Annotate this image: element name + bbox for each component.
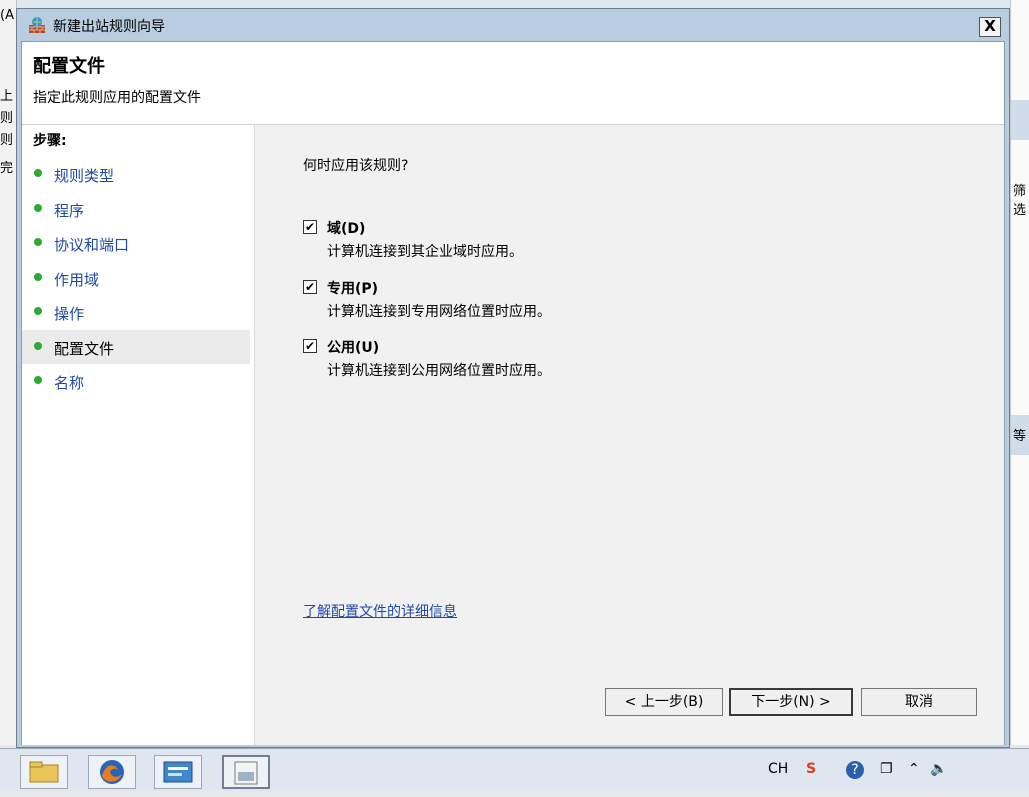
public-description: 计算机连接到公用网络位置时应用。 xyxy=(327,363,551,379)
back-button[interactable]: < 上一步(B) xyxy=(605,688,723,716)
background-window-left: (A 上 则 则 完 xyxy=(0,0,17,745)
domain-label[interactable]: 域(D) xyxy=(327,218,365,238)
cancel-button[interactable]: 取消 xyxy=(861,688,977,716)
step-program[interactable]: 程序 xyxy=(22,192,250,226)
firewall-taskbar-icon[interactable] xyxy=(222,755,270,789)
show-hidden-icons-chevron-icon[interactable]: ⌃ xyxy=(908,761,920,777)
step-name[interactable]: 名称 xyxy=(22,364,250,398)
step-scope[interactable]: 作用域 xyxy=(22,261,250,295)
step-bullet-icon xyxy=(34,376,42,384)
background-window-right: 筛选 等 xyxy=(1010,0,1029,745)
step-label: 协议和端口 xyxy=(54,236,130,254)
private-description: 计算机连接到专用网络位置时应用。 xyxy=(327,304,551,320)
step-action[interactable]: 操作 xyxy=(22,295,250,329)
option-private: ✔ 专用(P) 计算机连接到专用网络位置时应用。 xyxy=(303,278,903,328)
wizard-header: 配置文件 指定此规则应用的配置文件 xyxy=(22,42,1004,125)
step-label: 程序 xyxy=(54,202,85,220)
titlebar[interactable]: 新建出站规则向导 X xyxy=(17,9,1009,41)
public-checkbox[interactable]: ✔ xyxy=(303,339,317,353)
page-title: 配置文件 xyxy=(33,56,105,77)
window-restore-icon[interactable]: ❐ xyxy=(880,761,893,777)
steps-panel: 步骤: 规则类型 程序 协议和端口 作用域 操作 配置文件 名称 xyxy=(22,125,255,745)
step-label: 规则类型 xyxy=(54,167,115,185)
bg-text-fragment: 等 xyxy=(1013,429,1027,444)
step-label: 名称 xyxy=(54,374,85,392)
step-label: 操作 xyxy=(54,305,85,323)
question-text: 何时应用该规则? xyxy=(303,158,409,174)
step-bullet-icon xyxy=(34,169,42,177)
bg-text-fragment: 则 xyxy=(0,133,14,148)
main-panel: 何时应用该规则? ✔ 域(D) 计算机连接到其企业域时应用。 ✔ 专用(P) 计… xyxy=(255,125,1004,745)
next-button[interactable]: 下一步(N) > xyxy=(729,688,853,716)
bg-text-fragment: 完 xyxy=(0,161,14,176)
step-label: 配置文件 xyxy=(54,340,115,358)
step-bullet-icon xyxy=(34,342,42,350)
step-rule-type[interactable]: 规则类型 xyxy=(22,157,250,191)
server-manager-icon[interactable] xyxy=(154,755,202,789)
domain-description: 计算机连接到其企业域时应用。 xyxy=(327,244,523,260)
bg-text-fragment: (A xyxy=(0,8,14,23)
new-outbound-rule-wizard: 新建出站规则向导 X 配置文件 指定此规则应用的配置文件 步骤: 规则类型 程序… xyxy=(16,8,1010,748)
steps-title: 步骤: xyxy=(33,133,67,149)
volume-icon[interactable]: 🔈 xyxy=(930,761,947,777)
step-label: 作用域 xyxy=(54,271,100,289)
bg-text-fragment: 则 xyxy=(0,111,14,126)
help-icon[interactable]: ? xyxy=(846,761,864,779)
step-bullet-icon xyxy=(34,238,42,246)
background-window-top xyxy=(0,0,1029,8)
wizard-client: 配置文件 指定此规则应用的配置文件 步骤: 规则类型 程序 协议和端口 作用域 xyxy=(21,41,1005,745)
step-bullet-icon xyxy=(34,273,42,281)
domain-checkbox[interactable]: ✔ xyxy=(303,220,317,234)
public-label[interactable]: 公用(U) xyxy=(327,337,379,357)
option-domain: ✔ 域(D) 计算机连接到其企业域时应用。 xyxy=(303,218,903,268)
taskbar: CH S ? ❐ ⌃ 🔈 xyxy=(0,748,1029,791)
private-checkbox[interactable]: ✔ xyxy=(303,280,317,294)
folder-icon[interactable] xyxy=(20,755,68,789)
step-bullet-icon xyxy=(34,307,42,315)
page-subtitle: 指定此规则应用的配置文件 xyxy=(33,90,201,106)
firefox-icon[interactable] xyxy=(88,755,136,789)
step-profile[interactable]: 配置文件 xyxy=(22,330,250,364)
firewall-icon xyxy=(29,17,45,33)
step-bullet-icon xyxy=(34,204,42,212)
private-label[interactable]: 专用(P) xyxy=(327,278,378,298)
sogou-ime-icon[interactable]: S xyxy=(806,761,816,777)
option-public: ✔ 公用(U) 计算机连接到公用网络位置时应用。 xyxy=(303,337,903,387)
learn-more-link[interactable]: 了解配置文件的详细信息 xyxy=(303,601,457,621)
input-language-indicator[interactable]: CH xyxy=(768,761,788,777)
bg-text-fragment: 筛选 xyxy=(1013,184,1027,218)
bg-band xyxy=(1011,100,1029,140)
window-title: 新建出站规则向导 xyxy=(53,19,165,35)
step-protocol-and-ports[interactable]: 协议和端口 xyxy=(22,226,250,260)
bg-text-fragment: 上 xyxy=(0,89,14,104)
close-button[interactable]: X xyxy=(979,17,1001,37)
